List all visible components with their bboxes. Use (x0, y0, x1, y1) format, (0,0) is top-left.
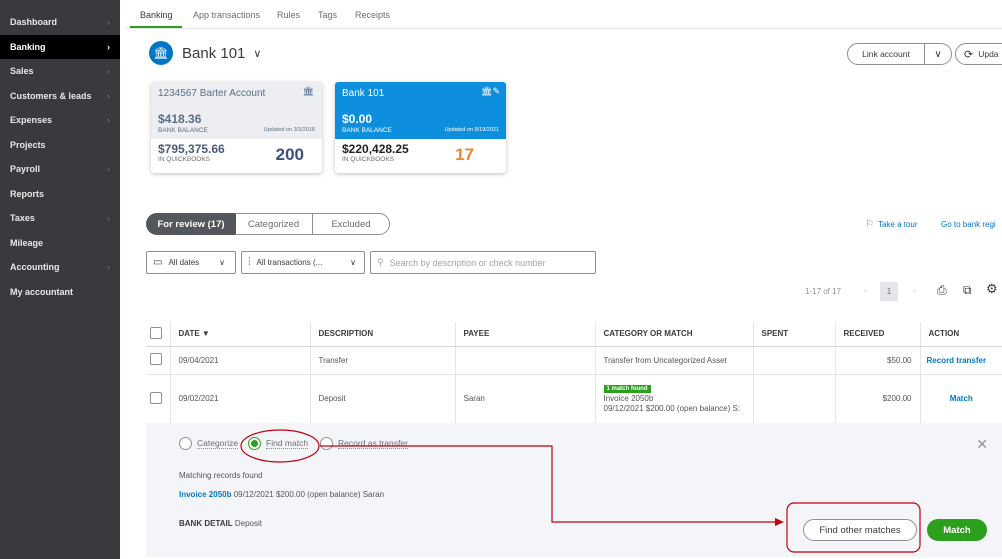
annotation-box (786, 502, 921, 553)
annotation-ellipse (240, 429, 320, 463)
annotation-arrowhead (775, 518, 784, 526)
annotation-arrow-line (320, 445, 776, 523)
annotation-overlay (240, 429, 921, 553)
